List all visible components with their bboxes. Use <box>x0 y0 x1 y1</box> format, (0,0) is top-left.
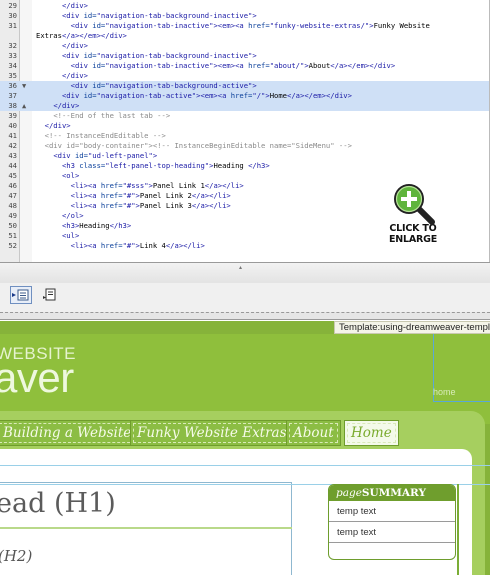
line-number: 38 <box>8 101 17 110</box>
code-text: <!-- InstanceEndEditable --> <box>44 131 166 140</box>
summary-item[interactable]: temp text <box>329 522 455 543</box>
splitter-grip-icon[interactable]: ▴ <box>239 264 242 271</box>
code-line[interactable]: 42 <div id="body-container"><!-- Instance… <box>0 141 489 151</box>
code-line[interactable]: 40 </div> <box>0 121 489 131</box>
layout-guide-horizontal <box>433 401 490 402</box>
line-number: 44 <box>8 161 17 170</box>
insert-tag-icon[interactable] <box>10 286 32 304</box>
code-text: <div id="navigation-tab-background-activ… <box>70 81 257 90</box>
code-text: </ol> <box>61 211 84 220</box>
summary-item[interactable]: temp text <box>329 501 455 522</box>
code-text: <li><a href="#sss">Panel Link 1</a></li> <box>70 181 244 190</box>
code-line[interactable]: 33 <div id="navigation-tab-background-ina… <box>0 51 489 61</box>
code-text: <div id="navigation-tab-inactive"><em><a… <box>70 61 396 70</box>
code-text: <li><a href="#">Panel Link 2</a></li> <box>70 191 231 200</box>
heading-h2[interactable]: (H2) <box>0 547 32 565</box>
code-text: <h3 class="left-panel-top-heading">Headi… <box>61 161 270 170</box>
line-number: 29 <box>8 1 17 10</box>
code-text: <li><a href="#">Link 4</a></li> <box>70 241 205 250</box>
line-number: 43 <box>8 151 17 160</box>
code-text: </div> <box>44 121 71 130</box>
code-line[interactable]: 37 <div id="navigation-tab-active"><em><a… <box>0 91 489 101</box>
heading-underline <box>0 527 292 529</box>
line-number: 52 <box>8 241 17 250</box>
line-number: 35 <box>8 71 17 80</box>
code-line[interactable]: 34 <div id="navigation-tab-inactive"><em>… <box>0 61 489 71</box>
code-line[interactable]: 29 </div> <box>0 1 489 11</box>
code-text: <ol> <box>61 171 80 180</box>
code-text: </div> <box>61 71 88 80</box>
click-to-enlarge-button[interactable]: CLICK TO ENLARGE <box>378 180 448 245</box>
line-number: 40 <box>8 121 17 130</box>
code-line[interactable]: 43 <div id="ud-left-panel"> <box>0 151 489 161</box>
nav-tab-funky-website-extras[interactable]: Funky Website Extras <box>130 420 294 446</box>
nav-tab-about[interactable]: About <box>286 420 341 446</box>
line-number: 39 <box>8 111 17 120</box>
summary-right-border <box>457 484 459 575</box>
nav-tab-home[interactable]: Home <box>344 420 399 446</box>
design-view[interactable]: WEBSITE aver home Template:using-dreamwe… <box>0 321 490 575</box>
line-number: 34 <box>8 61 17 70</box>
line-number: 31 <box>8 21 17 30</box>
page-summary-box[interactable]: pageSUMMARY temp text temp text <box>328 484 456 560</box>
zoom-plus-icon <box>390 180 436 226</box>
code-text: Extras</a></em></div> <box>36 31 127 40</box>
code-text: <div id="ud-left-panel"> <box>53 151 158 160</box>
code-line[interactable]: 39 <!--End of the last tab --> <box>0 111 489 121</box>
code-text: <div id="navigation-tab-active"><em><a h… <box>61 91 352 100</box>
template-name-tab: Template:using-dreamweaver-templ <box>334 321 490 334</box>
code-text: <li><a href="#">Panel Link 3</a></li> <box>70 201 231 210</box>
code-line[interactable]: 32 </div> <box>0 41 489 51</box>
line-number: 48 <box>8 201 17 210</box>
code-line[interactable]: 35 </div> <box>0 71 489 81</box>
site-title-large: aver <box>0 354 74 401</box>
header-home-link[interactable]: home <box>433 387 456 397</box>
line-number: 32 <box>8 41 17 50</box>
line-number: 30 <box>8 11 17 20</box>
code-line[interactable]: 44 <h3 class="left-panel-top-heading">Hea… <box>0 161 489 171</box>
line-number: 47 <box>8 191 17 200</box>
summary-title-italic: page <box>336 487 362 499</box>
code-text: <div id="navigation-tab-background-inact… <box>61 11 257 20</box>
line-number: 45 <box>8 171 17 180</box>
line-number: 49 <box>8 211 17 220</box>
code-text: </div> <box>61 1 88 10</box>
code-line[interactable]: 38 </div> <box>0 101 489 111</box>
code-view[interactable]: 29 </div> 30 <div id="navigation-tab-backgr… <box>0 0 490 262</box>
design-view-divider[interactable] <box>0 312 490 320</box>
page-summary-title: pageSUMMARY <box>329 485 455 501</box>
code-line[interactable]: Extras</a></em></div> <box>0 31 489 41</box>
code-line[interactable]: 31 <div id="navigation-tab-inactive"><em>… <box>0 21 489 31</box>
line-number: 33 <box>8 51 17 60</box>
code-text: <h3>Heading</h3> <box>61 221 132 230</box>
code-text: <div id="navigation-tab-background-inact… <box>61 51 257 60</box>
heading-h1[interactable]: ead (H1) <box>0 488 116 519</box>
code-text: <!--End of the last tab --> <box>53 111 171 120</box>
line-number: 46 <box>8 181 17 190</box>
code-line[interactable]: 41 <!-- InstanceEndEditable --> <box>0 131 489 141</box>
code-text: <ul> <box>61 231 80 240</box>
code-text: </div> <box>61 41 88 50</box>
code-fold-toggle-icon[interactable]: ▲ <box>22 102 26 110</box>
code-text: </div> <box>53 101 80 110</box>
line-number: 50 <box>8 221 17 230</box>
code-fold-toggle-icon[interactable]: ▼ <box>22 82 26 90</box>
code-text: <div id="body-container"><!-- InstanceBe… <box>44 141 352 150</box>
nav-tab-building-a-website[interactable]: Building a Website <box>0 420 139 446</box>
line-number: 37 <box>8 91 17 100</box>
click-to-enlarge-label: CLICK TO ENLARGE <box>378 223 448 245</box>
line-number: 51 <box>8 231 17 240</box>
wrap-tag-icon[interactable] <box>42 287 58 303</box>
enlarge-line-2: ENLARGE <box>388 233 438 245</box>
code-text: <div id="navigation-tab-inactive"><em><a… <box>70 21 430 30</box>
line-number: 42 <box>8 141 17 150</box>
summary-title-caps: SUMMARY <box>361 487 426 499</box>
line-number: 41 <box>8 131 17 140</box>
line-number: 36 <box>8 81 17 90</box>
code-line[interactable]: 30 <div id="navigation-tab-background-ina… <box>0 11 489 21</box>
code-line[interactable]: 36 <div id="navigation-tab-background-act… <box>0 81 489 91</box>
layout-guide-horizontal-2 <box>0 465 490 466</box>
coding-toolbar <box>0 283 490 313</box>
